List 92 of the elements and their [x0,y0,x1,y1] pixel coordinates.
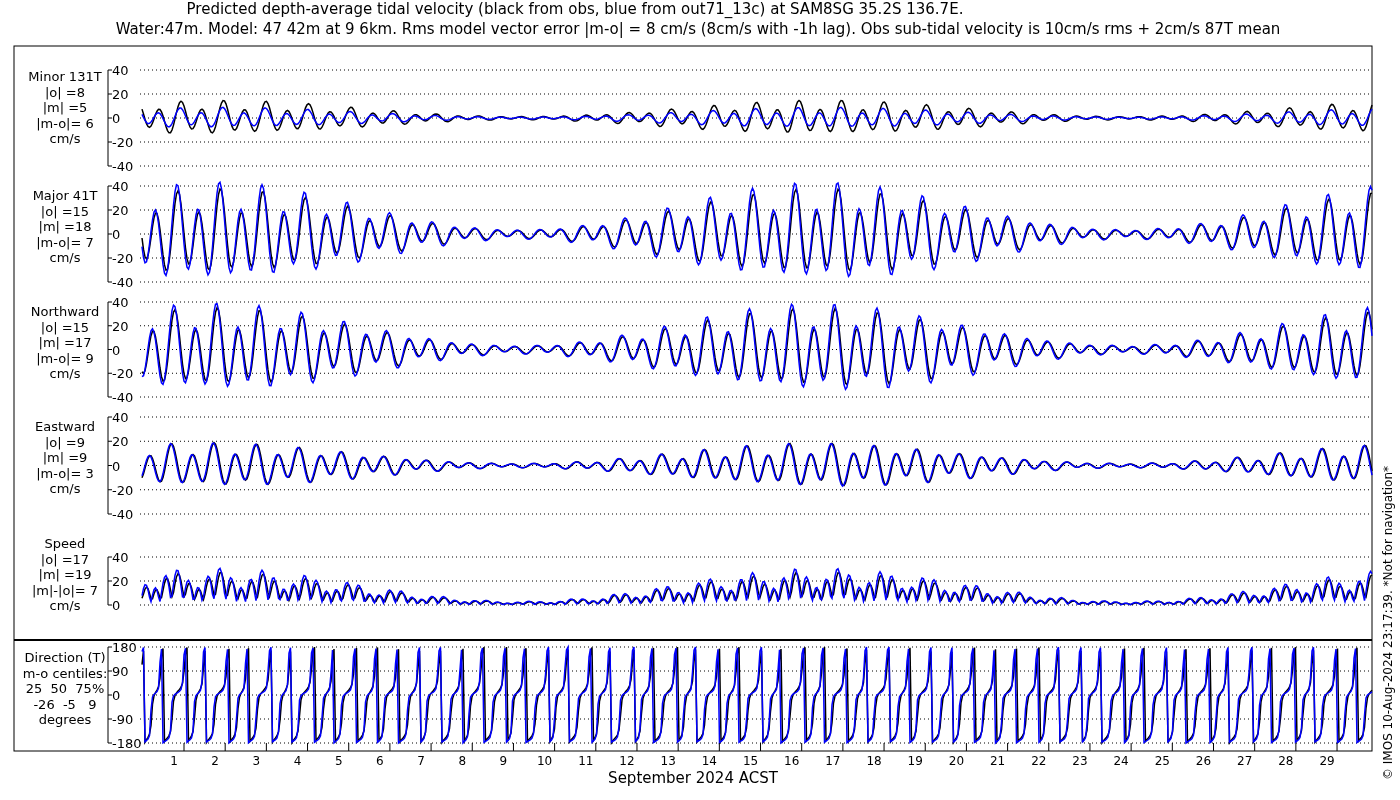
y-tick-label: -20 [112,251,134,266]
x-tick-label: 13 [660,754,676,768]
x-tick-label: 17 [825,754,841,768]
x-tick-label: 8 [458,754,467,768]
x-tick-label: 2 [211,754,219,768]
x-tick-label: 4 [293,754,302,768]
y-tick-label: 0 [112,458,121,474]
x-tick-label: 18 [866,754,882,768]
y-tick-label: 20 [112,318,129,334]
y-tick-label: 20 [112,574,129,589]
x-tick-label: 3 [252,754,261,768]
y-tick-label: 180 [112,640,137,655]
panel-stat: |o| =8 [45,84,85,100]
panel-stat: |m-o|= 3 [36,465,94,481]
x-tick-label: 6 [376,754,384,768]
x-tick-label: 15 [742,754,759,768]
y-tick-label: 20 [112,87,129,102]
x-tick-label: 12 [619,754,635,768]
panel-stat: |o| =15 [40,203,90,219]
panel-stat: cm/s [49,131,81,146]
panel-stat: Major 41T [32,188,98,203]
panel-stat: |m| =17 [38,335,92,350]
panel-stat: |m-o|= 6 [36,115,94,131]
x-tick-label: 24 [1113,754,1129,768]
y-tick-label: 0 [112,688,121,703]
panel-stat: cm/s [49,366,81,381]
x-tick-label: 7 [417,754,425,768]
x-tick-label: 10 [537,754,553,768]
panel-stat: m-o centiles: [22,665,108,681]
panel-stat: -26 -5 9 [33,696,97,712]
y-tick-label: 0 [112,342,121,358]
y-tick-label: 20 [112,434,129,450]
x-tick-label: 16 [784,754,800,768]
y-tick-label: -40 [112,507,134,522]
y-tick-label: 90 [112,664,129,679]
panel-stat: 25 50 75% [25,681,105,696]
x-tick-label: 29 [1319,754,1335,768]
panel-stat: |o| =17 [40,551,90,567]
panel-stat: |m| =19 [38,567,92,582]
y-tick-label: -20 [112,135,134,150]
x-tick-label: 20 [948,754,965,768]
y-tick-label: 20 [112,203,129,218]
y-tick-label: 40 [112,179,129,194]
x-tick-label: 1 [170,754,178,768]
panel-stat: |o| =15 [40,319,90,335]
y-tick-label: 40 [112,550,129,565]
y-tick-label: 0 [112,111,121,126]
panel-stat: cm/s [49,250,81,265]
y-tick-label: 40 [112,410,129,425]
panel-stat: |m| =18 [38,219,92,234]
chart-title: Predicted depth-average tidal velocity (black from obs, blue from out71_13c) at SAM8SG 35.2S 136.7E. [186,0,964,18]
x-tick-label: 28 [1278,754,1294,768]
y-tick-label: -40 [112,159,134,174]
y-tick-label: -20 [112,482,134,498]
x-tick-label: 14 [701,754,717,768]
panel-stat: Eastward [35,419,95,434]
y-tick-label: -90 [112,712,134,727]
panel-stat: |m|-|o|= 7 [31,582,99,598]
y-tick-label: -20 [112,366,134,382]
y-tick-label: 0 [112,227,121,242]
x-axis-label: September 2024 ACST [608,769,778,787]
x-tick-label: 22 [1031,754,1047,768]
panel-stat: degrees [38,712,92,727]
y-axis [107,556,113,606]
y-tick-label: 0 [112,598,121,613]
panel-stat: Speed [44,536,86,551]
y-tick-label: 40 [112,295,129,310]
x-tick-label: 27 [1237,754,1253,768]
copyright-note: © IMOS 10-Aug-2024 23:17:39. *Not for navigation* [1381,465,1395,780]
x-tick-label: 5 [334,754,343,768]
panel-stat: Minor 131T [28,69,102,84]
y-tick-label: 40 [112,63,129,78]
x-tick-label: 21 [989,754,1006,768]
panel-stat: |m-o|= 9 [36,350,94,366]
chart-title: Water:47m. Model: 47 42m at 9 6km. Rms model vector error |m-o| = 8 cm/s (8cm/s with -1h lag). Obs sub-tidal velocity is 10cm/s rms + 2cm/s 87T mean [115,20,1281,38]
panel-stat: Northward [30,304,100,319]
x-tick-label: 23 [1072,754,1088,768]
panel-stat: |o| =9 [45,434,85,450]
y-tick-label: -40 [112,275,134,290]
panel-stat: |m| =5 [42,100,88,115]
x-tick-label: 19 [907,754,923,768]
panel-stat: |m-o|= 7 [36,234,94,250]
x-tick-label: 26 [1195,754,1212,768]
panel-stat: |m| =9 [42,450,88,465]
x-tick-label: 25 [1154,754,1170,768]
panel-stat: cm/s [49,481,81,496]
panel-stat: Direction (T) [24,650,106,665]
y-tick-label: -40 [112,390,134,405]
panel-stat: cm/s [49,598,81,613]
y-tick-label: -180 [112,736,142,751]
x-tick-label: 11 [578,754,594,768]
x-tick-label: 9 [499,754,508,768]
